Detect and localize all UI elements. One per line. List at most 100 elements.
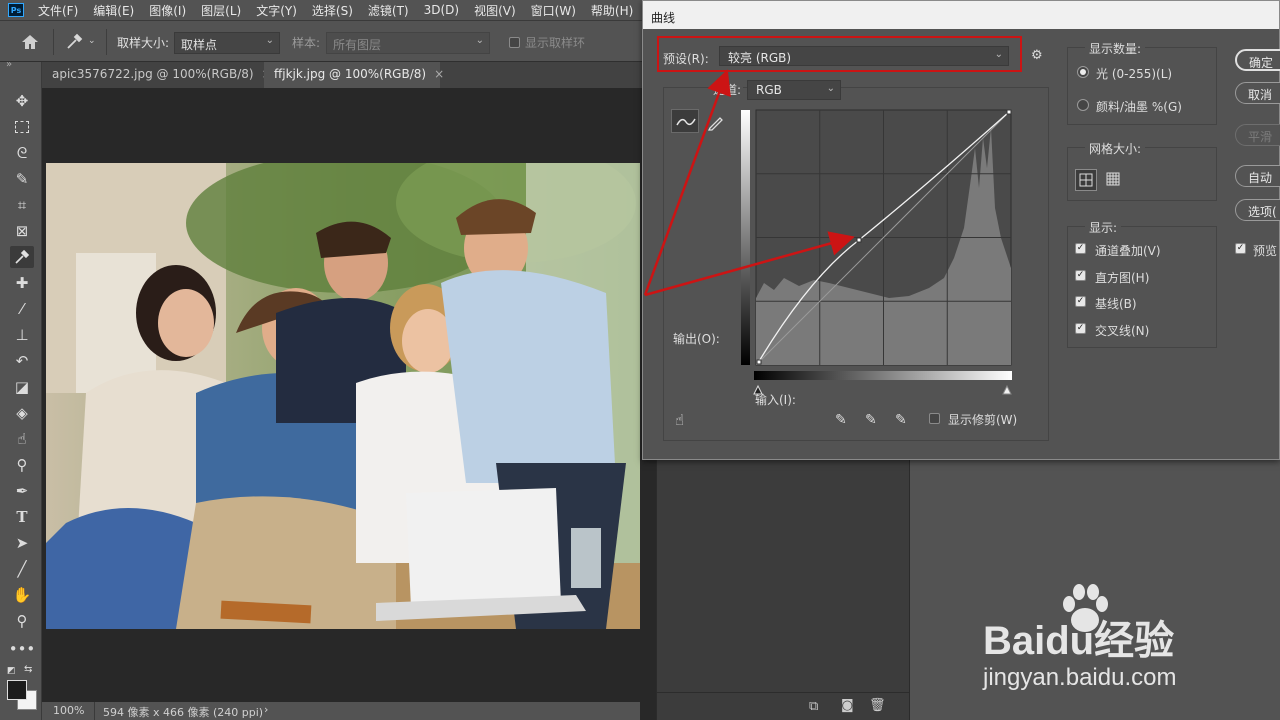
menu-file[interactable]: 文件(F) [38, 2, 78, 19]
dialog-titlebar[interactable]: 曲线 [643, 1, 1279, 29]
pen-tool-icon[interactable]: ✒ [10, 480, 34, 502]
menu-type[interactable]: 文字(Y) [256, 2, 297, 19]
menu-help[interactable]: 帮助(H) [591, 2, 633, 19]
photo-group-people [46, 163, 640, 629]
input-gradient-bar [754, 371, 1012, 380]
eraser-tool-icon[interactable]: ◪ [10, 376, 34, 398]
eyedropper-tool-icon[interactable] [10, 246, 34, 268]
hand-tool-icon[interactable]: ✋ [10, 584, 34, 606]
gray-eyedropper-icon[interactable]: ✎ [865, 412, 877, 428]
target-adjust-hand-icon[interactable]: ☝ [675, 411, 684, 429]
healing-brush-icon[interactable]: ✚ [10, 272, 34, 294]
black-eyedropper-icon[interactable]: ✎ [835, 412, 847, 428]
status-bar: 100% 594 像素 x 466 像素 (240 ppi) › [42, 702, 640, 720]
type-tool-icon[interactable]: T [10, 506, 34, 528]
eyedropper-preset-icon[interactable] [64, 32, 84, 52]
preview-checkbox[interactable]: ✓ [1235, 243, 1246, 254]
histogram-label: 直方图(H) [1095, 271, 1150, 285]
stamp-tool-icon[interactable]: ⊥ [10, 324, 34, 346]
show-clipping-checkbox[interactable] [929, 413, 940, 424]
status-menu-arrow-icon[interactable]: › [264, 703, 268, 716]
zoom-tool-icon[interactable]: ⚲ [10, 610, 34, 632]
pigment-radio[interactable] [1077, 99, 1089, 111]
menu-image[interactable]: 图像(I) [149, 2, 186, 19]
swap-colors-icon[interactable]: ⇆ [24, 664, 32, 675]
sample-size-label: 取样大小: [117, 36, 170, 50]
smooth-button[interactable]: 平滑 [1235, 124, 1280, 146]
paint-bucket-icon[interactable]: ◈ [10, 402, 34, 424]
baidu-watermark: Baidu经验 jingyan.baidu.com [975, 580, 1275, 700]
ok-button[interactable]: 确定 [1235, 49, 1280, 71]
light-label: 光 (0-255)(L) [1096, 67, 1173, 81]
histogram-checkbox[interactable]: ✓ [1075, 270, 1086, 281]
path-select-tool-icon[interactable]: ➤ [10, 532, 34, 554]
move-tool-icon[interactable]: ✥ [10, 90, 34, 112]
line-tool-icon[interactable]: ╱ [10, 558, 34, 580]
channel-overlay-checkbox[interactable]: ✓ [1075, 243, 1086, 254]
sample-layers-value: 所有图层 [333, 38, 382, 52]
home-icon[interactable] [20, 33, 40, 51]
quick-select-tool-icon[interactable]: ✎ [10, 168, 34, 190]
history-brush-icon[interactable]: ↶ [10, 350, 34, 372]
collapse-icon[interactable]: » [6, 59, 12, 70]
menu-filter[interactable]: 滤镜(T) [368, 2, 409, 19]
baseline-checkbox[interactable]: ✓ [1075, 296, 1086, 307]
watermark-brand: Baidu经验 [983, 619, 1175, 663]
document-photo[interactable] [46, 163, 640, 629]
tab-label: apic3576722.jpg @ 100%(RGB/8) [52, 67, 254, 81]
show-ring-checkbox[interactable] [509, 37, 520, 48]
foreground-color-swatch[interactable] [7, 680, 27, 700]
marquee-tool-icon[interactable] [10, 116, 34, 138]
dodge-tool-icon[interactable]: ⚲ [10, 454, 34, 476]
options-button[interactable]: 选项( [1235, 199, 1280, 221]
show-clipping-label: 显示修剪(W) [948, 413, 1018, 427]
divider [106, 29, 107, 55]
tab-label: ffjkjk.jpg @ 100%(RGB/8) [274, 67, 427, 81]
white-eyedropper-icon[interactable]: ✎ [895, 412, 907, 428]
show-ring-label: 显示取样环 [525, 36, 586, 50]
photoshop-logo: Ps [8, 3, 24, 17]
chevron-down-icon: ⌄ [265, 35, 274, 46]
menu-select[interactable]: 选择(S) [312, 2, 353, 19]
brush-tool-icon[interactable]: ⁄ [10, 298, 34, 320]
light-radio[interactable] [1077, 66, 1089, 78]
curve-point-white [1006, 109, 1012, 115]
layers-panel-footer: ⧉ ◙ 🗑 [657, 692, 909, 720]
tools-panel: » ✥ ᘓ ✎ ⌗ ⊠ ✚ ⁄ ⊥ ↶ ◪ ◈ ☝ ⚲ ✒ T ➤ ╱ ✋ ⚲ … [0, 59, 42, 720]
intersection-checkbox[interactable]: ✓ [1075, 323, 1086, 334]
menu-edit[interactable]: 编辑(E) [93, 2, 134, 19]
chevron-down-icon[interactable]: ⌄ [88, 36, 96, 46]
tab-ffjkjk[interactable]: ffjkjk.jpg @ 100%(RGB/8) × [264, 62, 444, 88]
menu-window[interactable]: 窗口(W) [531, 2, 576, 19]
menu-view[interactable]: 视图(V) [474, 2, 516, 19]
channel-overlay-label: 通道叠加(V) [1095, 244, 1161, 258]
sample-size-select[interactable]: 取样点 ⌄ [174, 32, 280, 54]
auto-button[interactable]: 自动 [1235, 165, 1280, 187]
pigment-label: 颜料/油墨 %(G) [1096, 100, 1182, 114]
menu-3d[interactable]: 3D(D) [424, 3, 459, 17]
crop-tool-icon[interactable]: ⌗ [10, 194, 34, 216]
lasso-tool-icon[interactable]: ᘓ [10, 142, 34, 164]
show-amount-title: 显示数量: [1085, 40, 1146, 57]
default-colors-icon[interactable]: ◩ [7, 666, 16, 676]
grid-size-title: 网格大小: [1085, 140, 1146, 157]
tab-apic3576722[interactable]: apic3576722.jpg @ 100%(RGB/8)× [42, 62, 272, 88]
arrow-to-preset [643, 69, 731, 296]
close-icon[interactable]: × [434, 67, 444, 81]
more-tools-icon[interactable]: ••• [9, 638, 36, 660]
preset-options-gear-icon[interactable]: ⚙ [1031, 48, 1043, 63]
new-group-icon[interactable]: ⧉ [809, 699, 818, 714]
detailed-grid-icon[interactable] [1103, 169, 1125, 191]
trash-icon[interactable]: 🗑 [869, 698, 886, 713]
camera-icon[interactable]: ◙ [841, 698, 854, 713]
sample-layers-select[interactable]: 所有图层 ⌄ [326, 32, 490, 54]
canvas-area[interactable] [42, 88, 640, 702]
zoom-level[interactable]: 100% [53, 704, 84, 717]
chevron-down-icon: ⌄ [475, 35, 484, 46]
cancel-button[interactable]: 取消 [1235, 82, 1280, 104]
frame-tool-icon[interactable]: ⊠ [10, 220, 34, 242]
menu-layer[interactable]: 图层(L) [201, 2, 241, 19]
smudge-tool-icon[interactable]: ☝ [10, 428, 34, 450]
document-tabs: apic3576722.jpg @ 100%(RGB/8)× ffjkjk.jp… [42, 62, 642, 88]
simple-grid-icon[interactable] [1075, 169, 1097, 191]
